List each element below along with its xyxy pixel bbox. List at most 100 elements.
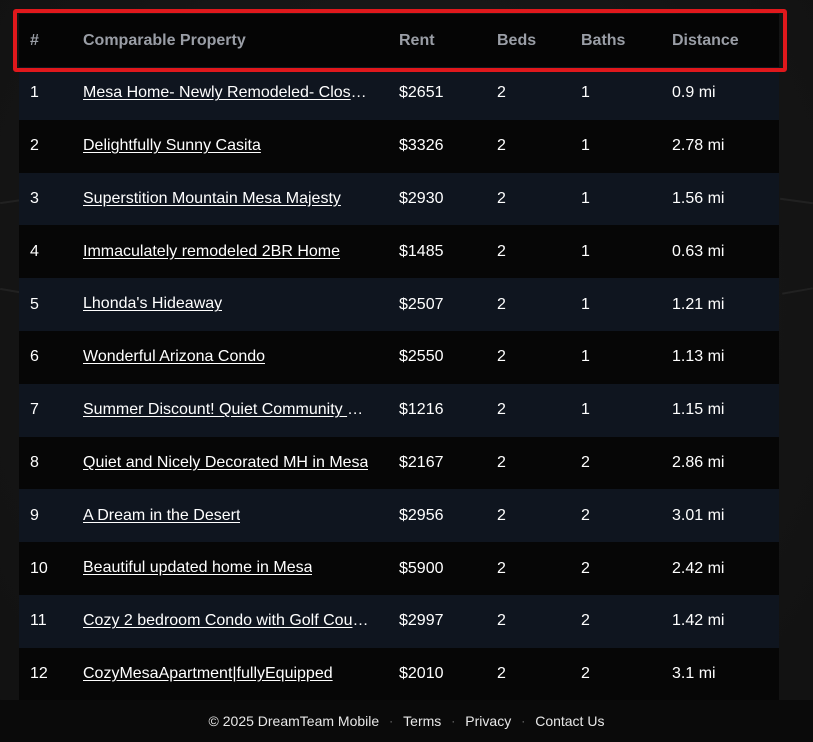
cell-property: Summer Discount! Quiet Community Home [83, 384, 399, 437]
cell-distance: 2.78 mi [672, 137, 725, 155]
property-link[interactable]: Mesa Home- Newly Remodeled- Close to Eve… [83, 84, 371, 102]
cell-property: A Dream in the Desert [83, 489, 399, 542]
cell-distance: 2.86 mi [672, 453, 725, 471]
cell-beds: 2 [497, 506, 506, 524]
cell-rent: $1485 [399, 242, 444, 260]
cell-number: 4 [30, 242, 39, 260]
cell-distance: 1.56 mi [672, 189, 725, 207]
cell-beds: 2 [497, 665, 506, 683]
cell-baths: 1 [581, 348, 590, 366]
cell-property: Quiet and Nicely Decorated MH in Mesa [83, 437, 399, 490]
property-link[interactable]: Summer Discount! Quiet Community Home [83, 401, 371, 419]
cell-baths: 1 [581, 401, 590, 419]
table-row: 1 Mesa Home- Newly Remodeled- Close to Ev… [19, 67, 779, 120]
property-link[interactable]: Lhonda's Hideaway [83, 295, 222, 313]
property-link[interactable]: Quiet and Nicely Decorated MH in Mesa [83, 454, 368, 472]
cell-number: 6 [30, 348, 39, 366]
cell-property: Immaculately remodeled 2BR Home [83, 225, 399, 278]
cell-baths: 2 [581, 506, 590, 524]
cell-number: 5 [30, 295, 39, 313]
footer: © 2025 DreamTeam Mobile · Terms · Privac… [0, 700, 813, 742]
cell-rent: $5900 [399, 559, 444, 577]
table-row: 12 CozyMesaApartment|fullyEquipped $2010 2 2… [19, 647, 779, 700]
cell-beds: 2 [497, 612, 506, 630]
cell-number: 9 [30, 506, 39, 524]
table-body: 1 Mesa Home- Newly Remodeled- Close to Ev… [19, 67, 779, 700]
footer-link-terms[interactable]: Terms [403, 713, 441, 729]
cell-rent: $2010 [399, 665, 444, 683]
table-row: 3 Superstition Mountain Mesa Majesty $2930… [19, 172, 779, 226]
cell-distance: 3.01 mi [672, 506, 725, 524]
cell-number: 7 [30, 401, 39, 419]
cell-property: Mesa Home- Newly Remodeled- Close to Eve… [83, 67, 399, 120]
cell-beds: 2 [497, 401, 506, 419]
column-header-property: Comparable Property [83, 31, 246, 49]
cell-baths: 1 [581, 295, 590, 313]
cell-baths: 2 [581, 453, 590, 471]
property-link[interactable]: Cozy 2 bedroom Condo with Golf Course Vi… [83, 612, 371, 630]
cell-number: 10 [30, 559, 48, 577]
cell-baths: 1 [581, 137, 590, 155]
cell-property: Cozy 2 bedroom Condo with Golf Course Vi… [83, 595, 399, 648]
cell-rent: $2167 [399, 453, 444, 471]
cell-number: 2 [30, 137, 39, 155]
footer-separator: · [389, 714, 394, 728]
table-row: 2 Delightfully Sunny Casita $3326 2 1 2.78 mi [19, 119, 779, 173]
cell-beds: 2 [497, 84, 506, 102]
property-link[interactable]: Immaculately remodeled 2BR Home [83, 243, 340, 261]
table-row: 7 Summer Discount! Quiet Community Home $1… [19, 383, 779, 437]
cell-property: Superstition Mountain Mesa Majesty [83, 173, 399, 226]
table-row: 10 Beautiful updated home in Mesa $5900 2 2 2… [19, 542, 779, 595]
cell-beds: 2 [497, 453, 506, 471]
cell-rent: $2997 [399, 612, 444, 630]
footer-separator: · [521, 714, 526, 728]
cell-number: 1 [30, 84, 39, 102]
table-row: 11 Cozy 2 bedroom Condo with Golf Course … [19, 594, 779, 648]
table-header: # Comparable Property Rent Beds Baths Di… [19, 14, 779, 67]
cell-rent: $2550 [399, 348, 444, 366]
property-link[interactable]: Superstition Mountain Mesa Majesty [83, 190, 341, 208]
property-link[interactable]: A Dream in the Desert [83, 507, 240, 525]
table-row: 8 Quiet and Nicely Decorated MH in Mesa $2… [19, 436, 779, 490]
cell-number: 12 [30, 665, 48, 683]
cell-distance: 2.42 mi [672, 559, 725, 577]
cell-baths: 2 [581, 665, 590, 683]
cell-baths: 1 [581, 84, 590, 102]
table-row: 4 Immaculately remodeled 2BR Home $1485 2 1 0… [19, 225, 779, 279]
cell-distance: 3.1 mi [672, 665, 716, 683]
cell-beds: 2 [497, 295, 506, 313]
cell-distance: 1.13 mi [672, 348, 725, 366]
cell-beds: 2 [497, 348, 506, 366]
cell-rent: $2930 [399, 189, 444, 207]
column-header-number: # [30, 31, 39, 49]
cell-rent: $2956 [399, 506, 444, 524]
comparables-table: # Comparable Property Rent Beds Baths Di… [19, 14, 779, 700]
footer-link-contact-us[interactable]: Contact Us [535, 713, 604, 729]
cell-distance: 0.63 mi [672, 242, 725, 260]
column-header-baths: Baths [581, 31, 626, 49]
background-decoration [780, 197, 813, 205]
background-decoration [782, 287, 813, 295]
table-row: 6 Wonderful Arizona Condo $2550 2 1 1.13 mi [19, 330, 779, 384]
cell-rent: $2651 [399, 84, 444, 102]
cell-beds: 2 [497, 559, 506, 577]
cell-baths: 2 [581, 559, 590, 577]
cell-distance: 1.15 mi [672, 401, 725, 419]
cell-property: Beautiful updated home in Mesa [83, 542, 399, 595]
cell-number: 11 [30, 612, 47, 630]
property-link[interactable]: Beautiful updated home in Mesa [83, 559, 312, 577]
column-header-beds: Beds [497, 31, 537, 49]
cell-rent: $2507 [399, 295, 444, 313]
cell-rent: $3326 [399, 137, 444, 155]
property-link[interactable]: Delightfully Sunny Casita [83, 137, 261, 155]
comparables-table-container: # Comparable Property Rent Beds Baths Di… [19, 14, 779, 700]
cell-baths: 1 [581, 189, 590, 207]
cell-distance: 0.9 mi [672, 84, 716, 102]
footer-separator: · [451, 714, 456, 728]
property-link[interactable]: CozyMesaApartment|fullyEquipped [83, 665, 333, 683]
cell-number: 3 [30, 189, 39, 207]
footer-link-privacy[interactable]: Privacy [465, 713, 511, 729]
table-header-row: # Comparable Property Rent Beds Baths Di… [19, 14, 779, 67]
property-link[interactable]: Wonderful Arizona Condo [83, 348, 265, 366]
footer-copyright: © 2025 DreamTeam Mobile [208, 713, 380, 729]
